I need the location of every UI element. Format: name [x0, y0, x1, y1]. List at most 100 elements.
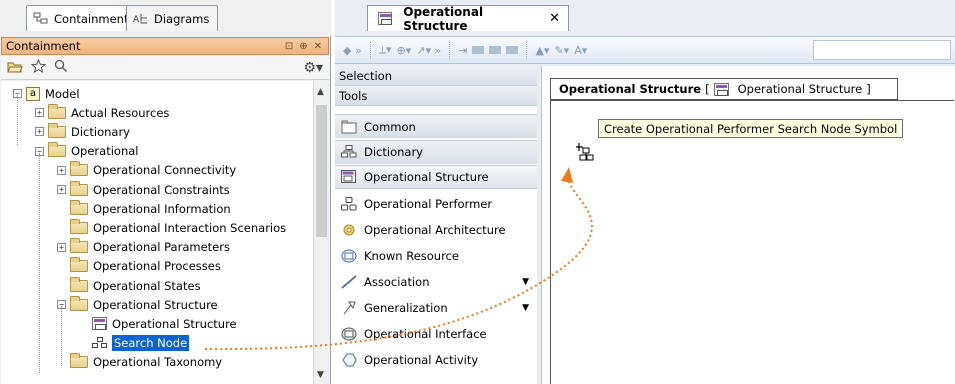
tree-item[interactable]: + Operational Connectivity — [57, 161, 236, 180]
route-icon[interactable]: ↗▾ » — [416, 44, 441, 57]
containment-tree: − a Model + Actual Resources + Dictionary − Oper… — [1, 81, 313, 384]
favorites-star-icon[interactable] — [30, 58, 47, 76]
diagram-canvas[interactable]: Operational Structure [ Operational Stru… — [541, 66, 955, 384]
tree-item[interactable]: + Dictionary — [35, 122, 130, 141]
palette-selection-header[interactable]: Selection — [335, 66, 537, 86]
tree-scrollbar[interactable]: ▲ ▼ — [313, 81, 329, 384]
layout-icon[interactable]: ⟂▾ — [379, 43, 392, 57]
pin-panel-button[interactable]: ⊕ — [299, 41, 307, 52]
palette-item[interactable]: Common — [335, 114, 537, 138]
folder-icon — [70, 353, 88, 369]
tree-item[interactable]: Operational Interaction Scenarios — [57, 218, 286, 237]
tab-containment[interactable]: Containment — [26, 5, 138, 31]
close-tab-icon[interactable]: ✕ — [549, 11, 560, 26]
diagram-toolbar: ◆ » ⟂▾ ⊕▾ ↗▾ » ⇥ ▲▾ ✎▾ A▾ — [335, 36, 955, 64]
tree-item[interactable]: Operational Structure — [79, 314, 237, 333]
tree-item[interactable]: Operational States — [57, 276, 201, 295]
palette-item-label: Common — [364, 119, 416, 134]
diagrams-icon: A — [133, 12, 149, 25]
containment-icon — [33, 12, 49, 25]
folder-icon — [48, 122, 66, 138]
palette-item-label: Operational Structure — [364, 170, 489, 184]
palette-item[interactable]: Operational Structure — [335, 165, 537, 189]
palette-item[interactable]: Operational Performer — [335, 190, 537, 217]
diagram-icon — [378, 12, 393, 25]
tab-diagrams[interactable]: A Diagrams — [126, 5, 219, 31]
tree-item[interactable]: + Operational Parameters — [57, 238, 230, 257]
tree-item-label: Actual Resources — [71, 105, 170, 120]
palette-item[interactable]: Operational Activity — [335, 346, 537, 373]
tree-item-label: Model — [45, 86, 80, 101]
palette-item[interactable]: Known Resource — [335, 242, 537, 269]
association-icon — [341, 274, 357, 289]
frame-subtitle: Operational Structure — [737, 82, 863, 96]
fill-color-icon[interactable]: ▲▾ — [535, 44, 549, 57]
expand-icon[interactable]: + — [57, 165, 66, 175]
dropdown-arrow-icon[interactable]: ▼ — [522, 303, 529, 313]
palette-item[interactable]: Dictionary — [335, 139, 537, 164]
svg-text:A: A — [133, 15, 140, 25]
scroll-down-icon[interactable]: ▼ — [317, 370, 324, 380]
block-icon[interactable] — [472, 46, 485, 54]
tree-item[interactable]: + Operational Constraints — [57, 180, 230, 199]
expand-icon[interactable]: + — [57, 185, 66, 194]
scroll-up-icon[interactable]: ▲ — [317, 87, 324, 97]
diagram-frame-border — [550, 100, 954, 101]
tree-item-label: Operational Connectivity — [93, 163, 237, 178]
line-color-icon[interactable]: ✎▾ — [554, 44, 569, 57]
navigate-icon[interactable]: ◆ » — [343, 44, 362, 57]
known-resource-icon — [341, 249, 357, 263]
block-icon[interactable] — [506, 46, 519, 54]
palette-item[interactable]: Operational Architecture — [335, 216, 537, 243]
folder-icon — [70, 238, 88, 254]
tree-item[interactable]: − Operational Structure — [57, 295, 218, 314]
tree-guide-line — [17, 95, 18, 145]
palette-item-label: Operational Architecture — [364, 222, 506, 237]
browser-tab-bar: Containment A Diagrams — [0, 0, 331, 36]
toolbar-search-field[interactable] — [813, 40, 951, 60]
scrollbar-thumb[interactable] — [316, 105, 327, 237]
expand-icon[interactable]: + — [35, 127, 44, 137]
dropdown-arrow-icon[interactable]: ▼ — [522, 277, 529, 287]
tree-item[interactable]: Search Node — [79, 334, 190, 353]
palette-item[interactable]: Operational Interface — [335, 320, 537, 347]
font-color-icon[interactable]: A▾ — [574, 44, 587, 57]
containment-browser: Containment A Diagrams Containment ⊡ ⊕ ✕… — [0, 0, 331, 384]
palette-selection-label: Selection — [339, 68, 392, 83]
expand-icon[interactable]: + — [57, 242, 66, 252]
frame-bracket-close: ] — [866, 82, 871, 96]
tree-item-label: Dictionary — [71, 124, 130, 139]
tree-item[interactable]: Operational Taxonomy — [57, 353, 222, 372]
tree-item-label: Operational Constraints — [93, 182, 230, 197]
tree-item[interactable]: + Actual Resources — [35, 103, 169, 122]
palette-item-label: Operational Activity — [364, 352, 479, 367]
folder-icon — [70, 161, 88, 177]
close-panel-button[interactable]: ✕ — [314, 41, 322, 52]
folder-icon — [70, 257, 88, 273]
panel-title: Containment — [6, 39, 81, 53]
tree-item[interactable]: − a Model — [13, 84, 80, 103]
tree-item[interactable]: Operational Processes — [57, 257, 221, 276]
palette-item[interactable]: Generalization ▼ — [335, 294, 537, 321]
tree-guide-line — [61, 306, 62, 366]
align-icon[interactable]: ⊕▾ — [397, 44, 412, 57]
gear-icon[interactable]: ⚙▾ — [303, 60, 323, 76]
tree-item-label: Operational Structure — [112, 316, 237, 331]
float-panel-button[interactable]: ⊡ — [285, 41, 293, 52]
hide-icon[interactable]: ⇥ — [458, 44, 467, 57]
palette-item[interactable]: Association ▼ — [335, 268, 537, 295]
search-icon[interactable] — [54, 59, 68, 76]
diagram-editor: Operational Structure ✕ ◆ » ⟂▾ ⊕▾ ↗▾ » ⇥… — [335, 0, 955, 384]
tree-item-label: Search Node — [112, 335, 190, 352]
tree-item[interactable]: Operational Information — [57, 199, 231, 218]
folder-icon — [48, 142, 66, 158]
palette-tools-header[interactable]: Tools — [335, 86, 537, 106]
dictionary-icon — [341, 145, 357, 159]
tab-operational-structure[interactable]: Operational Structure ✕ — [367, 4, 569, 33]
expand-icon[interactable]: + — [35, 108, 44, 118]
block-icon[interactable] — [489, 46, 502, 54]
editor-tab-label: Operational Structure — [403, 4, 484, 33]
open-folder-icon[interactable] — [7, 60, 23, 76]
tree-item[interactable]: − Operational — [35, 142, 138, 161]
palette-item-label: Operational Interface — [364, 326, 487, 341]
